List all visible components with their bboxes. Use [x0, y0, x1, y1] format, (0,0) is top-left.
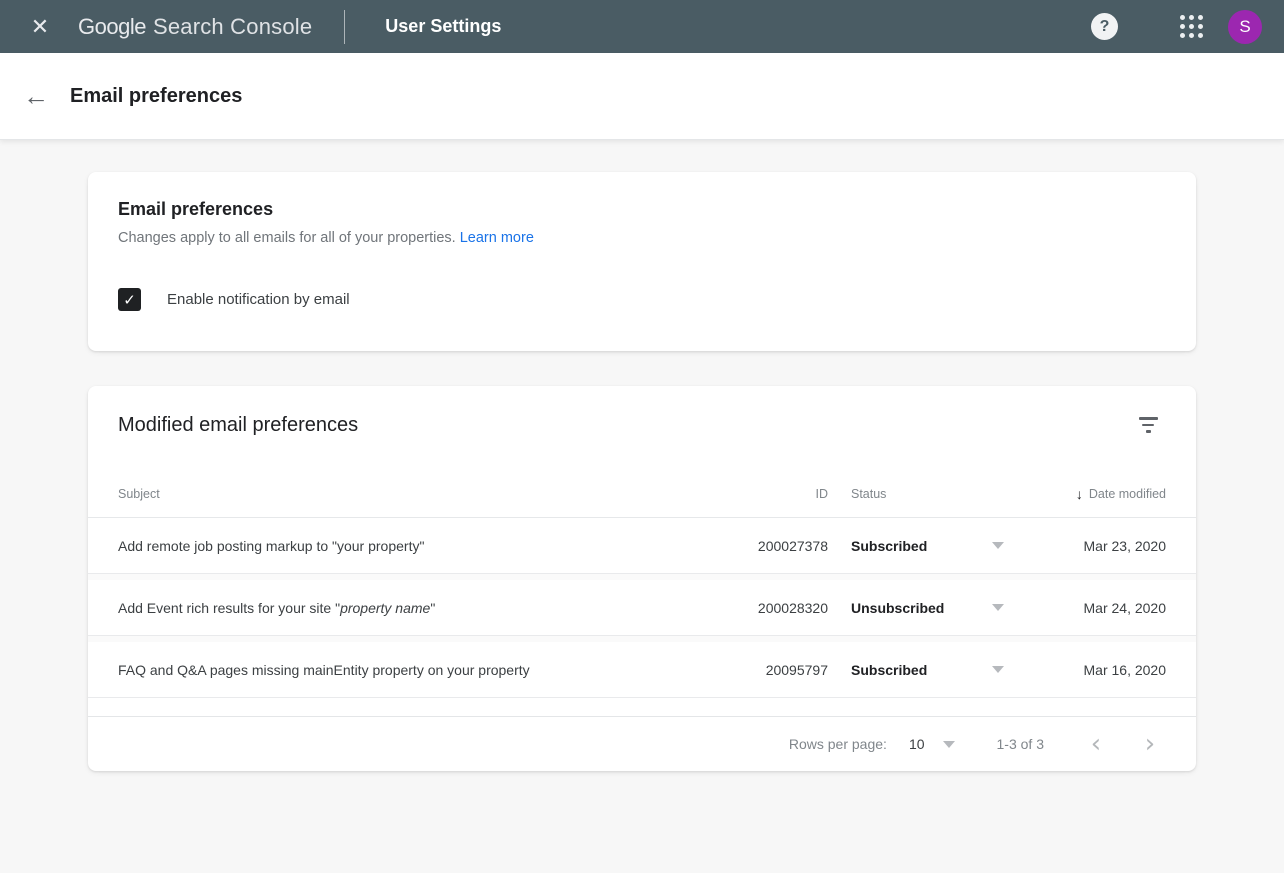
- page-title: Email preferences: [70, 85, 242, 108]
- brand-logo: Google Search Console: [78, 14, 312, 40]
- table-body: Add remote job posting markup to "your p…: [88, 518, 1196, 698]
- subject-cell: Add Event rich results for your site "pr…: [118, 600, 679, 616]
- previous-page-icon[interactable]: ‹: [1078, 726, 1114, 762]
- id-cell: 20095797: [702, 662, 828, 678]
- apps-grid-icon[interactable]: [1180, 15, 1203, 38]
- table-row: Add remote job posting markup to "your p…: [88, 518, 1196, 574]
- subject-cell: FAQ and Q&A pages missing mainEntity pro…: [118, 662, 679, 678]
- brand-product-text: Search Console: [153, 14, 312, 40]
- modified-preferences-card: Modified email preferences Subject ID St…: [88, 386, 1196, 771]
- top-app-bar: ✕ Google Search Console User Settings ? …: [0, 0, 1284, 53]
- pagination-range: 1-3 of 3: [997, 736, 1044, 752]
- status-select[interactable]: Subscribed: [851, 662, 1018, 678]
- card-title: Email preferences: [118, 199, 1166, 220]
- column-header-id: ID: [702, 487, 828, 501]
- notification-checkbox-row: ✓ Enable notification by email: [118, 288, 1166, 311]
- filter-list-icon[interactable]: [1130, 410, 1166, 440]
- topbar-divider: [344, 10, 345, 44]
- id-cell: 200028320: [702, 600, 828, 616]
- rows-per-page-select[interactable]: 10: [909, 736, 955, 752]
- date-cell: Mar 24, 2020: [1041, 600, 1166, 616]
- card-description: Changes apply to all emails for all of y…: [118, 230, 1166, 246]
- notification-checkbox-label[interactable]: Enable notification by email: [167, 291, 350, 308]
- id-cell: 200027378: [702, 538, 828, 554]
- subject-cell: Add remote job posting markup to "your p…: [118, 538, 679, 554]
- close-icon[interactable]: ✕: [24, 11, 56, 43]
- sort-descending-icon: ↓: [1076, 486, 1083, 502]
- page-header: ← Email preferences: [0, 53, 1284, 139]
- table-row: Add Event rich results for your site "pr…: [88, 580, 1196, 636]
- column-header-date-modified[interactable]: ↓ Date modified: [1041, 486, 1166, 502]
- rows-per-page-value: 10: [909, 736, 925, 752]
- topbar-title: User Settings: [385, 16, 501, 37]
- table-row: FAQ and Q&A pages missing mainEntity pro…: [88, 642, 1196, 698]
- dropdown-arrow-icon[interactable]: [992, 666, 1004, 673]
- status-select[interactable]: Subscribed: [851, 538, 1018, 554]
- back-arrow-icon[interactable]: ←: [16, 76, 56, 116]
- dropdown-arrow-icon[interactable]: [943, 741, 955, 748]
- notification-checkbox[interactable]: ✓: [118, 288, 141, 311]
- status-value: Subscribed: [851, 538, 927, 554]
- description-text: Changes apply to all emails for all of y…: [118, 230, 456, 246]
- status-select[interactable]: Unsubscribed: [851, 600, 1018, 616]
- column-header-subject: Subject: [118, 487, 679, 501]
- column-header-status: Status: [851, 487, 1018, 501]
- table-header-row: Subject ID Status ↓ Date modified: [88, 470, 1196, 518]
- status-value: Unsubscribed: [851, 600, 944, 616]
- column-header-date-label: Date modified: [1089, 487, 1166, 501]
- date-cell: Mar 23, 2020: [1041, 538, 1166, 554]
- card-title: Modified email preferences: [118, 414, 358, 437]
- help-icon[interactable]: ?: [1091, 13, 1118, 40]
- rows-per-page-label: Rows per page:: [789, 736, 887, 752]
- email-preferences-card: Email preferences Changes apply to all e…: [88, 172, 1196, 351]
- status-value: Subscribed: [851, 662, 927, 678]
- learn-more-link[interactable]: Learn more: [460, 230, 534, 246]
- date-cell: Mar 16, 2020: [1041, 662, 1166, 678]
- dropdown-arrow-icon[interactable]: [992, 604, 1004, 611]
- avatar[interactable]: S: [1228, 10, 1262, 44]
- main-content: Email preferences Changes apply to all e…: [0, 139, 1284, 771]
- table-pagination: Rows per page: 10 1-3 of 3 ‹ ›: [88, 716, 1196, 771]
- brand-google-text: Google: [78, 14, 146, 40]
- dropdown-arrow-icon[interactable]: [992, 542, 1004, 549]
- next-page-icon[interactable]: ›: [1132, 726, 1168, 762]
